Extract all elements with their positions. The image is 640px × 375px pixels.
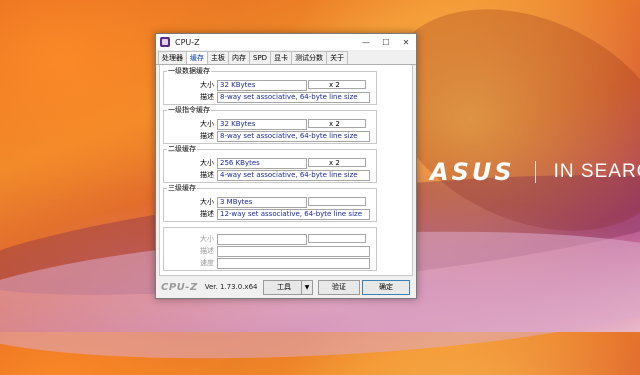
cpuz-logo: CPU-Z — [161, 281, 198, 293]
window-controls: — ☐ ✕ — [356, 34, 416, 50]
tab-caches[interactable]: 缓存 — [186, 51, 208, 64]
window-title: CPU-Z — [175, 37, 200, 47]
l1-data-cache-group: 一级数据缓存 大小 32 KBytes x 2 描述 8-way set ass… — [163, 67, 377, 105]
l3-cache-group: 三级缓存 大小 3 MBytes 描述 12-way set associati… — [163, 184, 377, 222]
size-value: 32 KBytes — [217, 80, 307, 91]
descriptor-label: 描述 — [200, 132, 214, 140]
size-row: 大小 256 KBytes x 2 — [164, 158, 376, 169]
validate-button[interactable]: 验证 — [318, 280, 360, 295]
descriptor-value: 4-way set associative, 64-byte line size — [217, 170, 370, 181]
extra-cache-group: 大小 描述 速度 — [163, 227, 377, 271]
cpuz-app-icon — [160, 37, 170, 47]
size-label: 大小 — [200, 120, 214, 128]
l1-instruction-cache-group: 一级指令缓存 大小 32 KBytes x 2 描述 8-way set ass… — [163, 106, 377, 144]
size-value — [217, 234, 307, 245]
cpuz-window: CPU-Z — ☐ ✕ 处理器 缓存 主板 内存 SPD 显卡 测试分数 关于 … — [155, 33, 417, 299]
descriptor-label: 描述 — [200, 247, 214, 255]
descriptor-label: 描述 — [200, 171, 214, 179]
count-value — [308, 234, 366, 243]
size-label: 大小 — [200, 159, 214, 167]
size-value: 32 KBytes — [217, 119, 307, 130]
descriptor-row: 描述 8-way set associative, 64-byte line s… — [164, 92, 376, 103]
descriptor-label: 描述 — [200, 93, 214, 101]
count-value — [308, 197, 366, 206]
brand-slogan: IN SEARCH — [553, 161, 640, 182]
size-row: 大小 — [164, 234, 376, 245]
size-row: 大小 3 MBytes — [164, 197, 376, 208]
size-label: 大小 — [200, 81, 214, 89]
maximize-button[interactable]: ☐ — [376, 34, 396, 50]
tab-processor[interactable]: 处理器 — [158, 51, 187, 64]
l2-cache-group: 二级缓存 大小 256 KBytes x 2 描述 4-way set asso… — [163, 145, 377, 183]
size-row: 大小 32 KBytes x 2 — [164, 80, 376, 91]
close-button[interactable]: ✕ — [396, 34, 416, 50]
descriptor-value: 12-way set associative, 64-byte line siz… — [217, 209, 370, 220]
tab-graphics[interactable]: 显卡 — [270, 51, 293, 64]
descriptor-value: 8-way set associative, 64-byte line size — [217, 131, 370, 142]
speed-row: 速度 — [164, 258, 376, 269]
tab-memory[interactable]: 内存 — [228, 51, 250, 64]
size-label: 大小 — [200, 235, 214, 243]
descriptor-value: 8-way set associative, 64-byte line size — [217, 92, 370, 103]
title-bar[interactable]: CPU-Z — ☐ ✕ — [156, 34, 416, 50]
tab-about[interactable]: 关于 — [326, 51, 349, 64]
size-row: 大小 32 KBytes x 2 — [164, 119, 376, 130]
size-value: 3 MBytes — [217, 197, 307, 208]
count-value: x 2 — [308, 80, 366, 89]
dropdown-arrow-icon[interactable]: ▼ — [301, 280, 313, 295]
descriptor-row: 描述 — [164, 246, 376, 257]
ok-button[interactable]: 确定 — [362, 280, 410, 295]
tab-bar: 处理器 缓存 主板 内存 SPD 显卡 测试分数 关于 — [156, 51, 416, 65]
tab-mainboard[interactable]: 主板 — [207, 51, 229, 64]
group-title: 二级缓存 — [167, 145, 197, 154]
caches-panel: 一级数据缓存 大小 32 KBytes x 2 描述 8-way set ass… — [159, 65, 413, 276]
descriptor-row: 描述 12-way set associative, 64-byte line … — [164, 209, 376, 220]
tools-button[interactable]: 工具 — [263, 280, 305, 295]
brand-divider — [534, 161, 536, 183]
count-value: x 2 — [308, 119, 366, 128]
size-label: 大小 — [200, 198, 214, 206]
wallpaper-brand: ASUS IN SEARCH — [430, 158, 640, 186]
count-value: x 2 — [308, 158, 366, 167]
asus-logo: ASUS — [430, 158, 515, 186]
size-value: 256 KBytes — [217, 158, 307, 169]
descriptor-label: 描述 — [200, 210, 214, 218]
group-title: 一级数据缓存 — [167, 67, 211, 76]
speed-label: 速度 — [200, 259, 214, 267]
tab-spd[interactable]: SPD — [249, 51, 272, 64]
group-title: 一级指令缓存 — [167, 106, 211, 115]
minimize-button[interactable]: — — [356, 34, 376, 50]
version-text: Ver. 1.73.0.x64 — [204, 283, 258, 291]
footer-bar: CPU-Z Ver. 1.73.0.x64 工具 ▼ 验证 确定 — [156, 276, 416, 298]
tab-bench[interactable]: 测试分数 — [291, 51, 328, 64]
descriptor-row: 描述 4-way set associative, 64-byte line s… — [164, 170, 376, 181]
descriptor-value — [217, 246, 370, 257]
speed-value — [217, 258, 370, 269]
descriptor-row: 描述 8-way set associative, 64-byte line s… — [164, 131, 376, 142]
group-title: 三级缓存 — [167, 184, 197, 193]
